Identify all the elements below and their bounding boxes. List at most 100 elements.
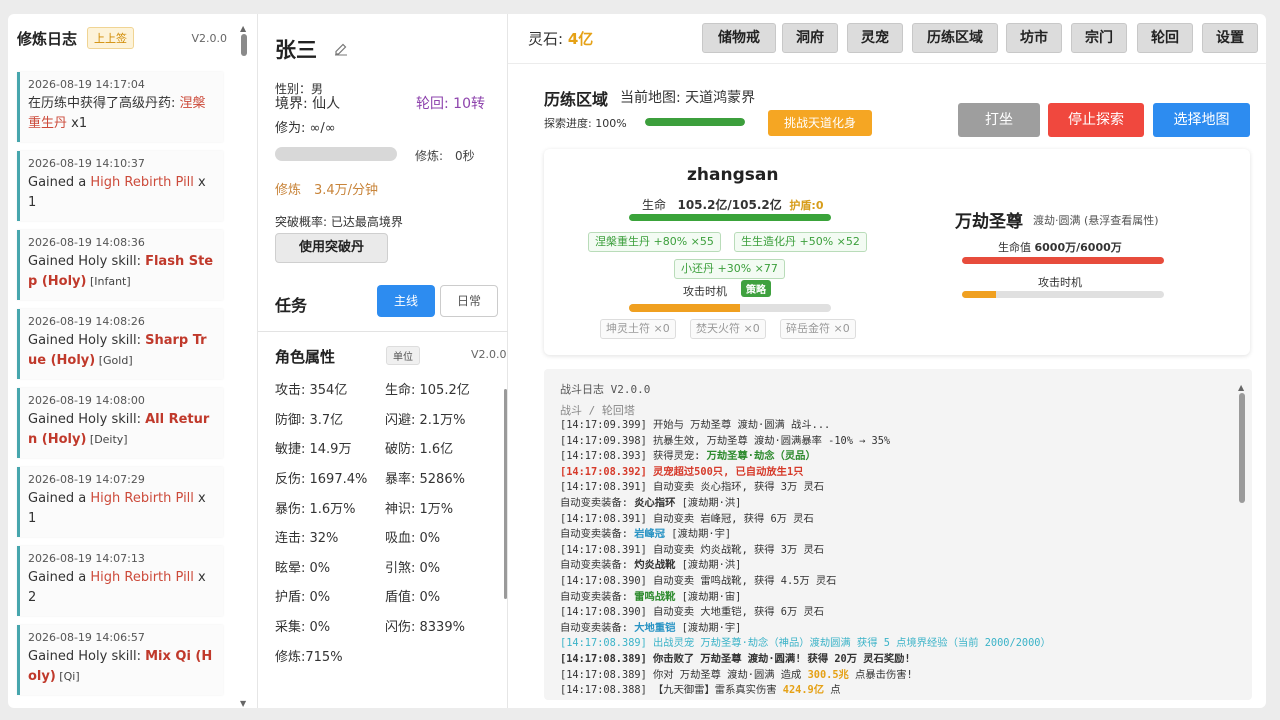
log-item: 2026-08-19 14:08:36 Gained Holy skill: Fl…	[17, 230, 223, 300]
log-text: Gained Holy skill: Sharp True (Holy) [Go…	[28, 331, 215, 371]
battle-log-segment: [14:17:08.389] 你对 万劫圣尊 渡劫·圆满 造成	[560, 668, 808, 681]
log-item: 2026-08-19 14:07:29 Gained a High Rebirth…	[17, 467, 223, 537]
battle-log-panel: 战斗日志 V2.0.0 战斗 / 轮回塔 [14:17:09.399] 开始与 …	[544, 369, 1252, 700]
attribute-value: 闪伤: 8339%	[385, 620, 465, 636]
talisman-metal[interactable]: 碎岳金符 ×0	[780, 319, 856, 339]
battle-log-segment: [14:17:09.398] 抗暴生效, 万劫圣尊 渡劫·圆满暴率 -10% →…	[560, 434, 891, 447]
scroll-up-icon[interactable]: ▲	[240, 24, 246, 33]
log-item: 2026-08-19 14:07:13 Gained a High Rebirth…	[17, 546, 223, 616]
battle-log-segment: 大地重铠	[634, 621, 676, 634]
battle-log-segment: 雷鸣战靴	[634, 590, 676, 603]
battle-log-line: 自动变卖装备: 岩峰冠 [渡劫期·宇]	[560, 527, 1230, 543]
battle-log-line: [14:17:09.399] 开始与 万劫圣尊 渡劫·圆满 战斗...	[560, 418, 1230, 434]
battle-log-segment: [14:17:08.391] 自动变卖 灼炎战靴, 获得 3万 灵石	[560, 543, 825, 556]
log-prefix: Gained Holy skill:	[28, 412, 146, 427]
battle-log-segment: [14:17:08.389] 你击败了 万劫圣尊 渡劫·圆满! 获得 20万 灵…	[560, 652, 911, 665]
attribute-row: 反伤: 1697.4% 暴率: 5286%	[275, 463, 495, 493]
nav-cave-dwelling-button[interactable]: 洞府	[782, 23, 838, 53]
select-map-button[interactable]: 选择地图	[1153, 103, 1250, 137]
log-prefix: Gained Holy skill:	[28, 649, 146, 664]
nav-market-button[interactable]: 坊市	[1006, 23, 1062, 53]
use-breakthrough-pill-button[interactable]: 使用突破丹	[275, 233, 388, 263]
attribute-value: 攻击: 354亿	[275, 383, 348, 399]
battle-log-segment: [14:17:08.391] 自动变卖 岩峰冠, 获得 6万 灵石	[560, 512, 814, 525]
attribute-value: 护盾: 0%	[275, 590, 331, 606]
nav-training-area-button[interactable]: 历练区域	[912, 23, 998, 53]
scroll-down-icon[interactable]: ▼	[240, 699, 246, 708]
nav-reincarnation-button[interactable]: 轮回	[1137, 23, 1193, 53]
talisman-earth[interactable]: 坤灵土符 ×0	[600, 319, 676, 339]
nav-settings-button[interactable]: 设置	[1202, 23, 1258, 53]
battle-log-segment: [14:17:08.388] 【九天御雷】雷系真实伤害	[560, 684, 783, 697]
attribute-value: 眩晕: 0%	[275, 560, 331, 576]
enemy-hp: 生命值 6000万/6000万	[998, 239, 1122, 255]
log-prefix: Gained Holy skill:	[28, 333, 146, 348]
tab-main-quest[interactable]: 主线	[377, 285, 435, 317]
challenge-avatar-button[interactable]: 挑战天道化身	[768, 110, 872, 136]
attribute-value: 盾值: 0%	[385, 590, 441, 606]
attribute-value: 敏捷: 14.9万	[275, 442, 352, 458]
battle-log-scrollbar[interactable]: ▲	[1238, 383, 1245, 699]
log-prefix: Gained a	[28, 175, 91, 190]
log-time: 2026-08-19 14:08:36	[28, 236, 145, 249]
enemy-name[interactable]: 万劫圣尊	[955, 207, 1023, 232]
battle-log-line: [14:17:09.398] 抗暴生效, 万劫圣尊 渡劫·圆满暴率 -10% →…	[560, 434, 1230, 450]
nav-storage-ring-button[interactable]: 储物戒	[702, 23, 776, 53]
attributes-grid: 攻击: 354亿 生命: 105.2亿 防御: 3.7亿 闪避: 2.1万% 敏捷: 1…	[275, 374, 495, 670]
battle-log-segment: [14:17:08.389] 出战灵宠 万劫圣尊·劫念（神品）渡劫圆满 获得 5…	[560, 637, 1051, 650]
log-text: Gained a High Rebirth Pill x 2	[28, 568, 215, 608]
cultivation-rate: 修炼 3.4万/分钟	[275, 183, 379, 198]
strategy-button[interactable]: 策略	[741, 280, 771, 297]
battle-log-segment: 自动变卖装备:	[560, 528, 635, 541]
battle-log-segment: 自动变卖装备:	[560, 559, 635, 572]
log-time: 2026-08-19 14:10:37	[28, 157, 145, 170]
battle-log-segment: [14:17:08.391] 自动变卖 炎心指环, 获得 3万 灵石	[560, 481, 825, 494]
log-header: 修炼日志 上上签 V2.0.0	[8, 14, 257, 62]
battle-log-segment: [14:17:08.390] 自动变卖 大地重铠, 获得 6万 灵石	[560, 606, 825, 619]
enemy-attack-bar	[962, 291, 1164, 298]
log-suffix: x1	[67, 116, 88, 131]
log-text: Gained Holy skill: Mix Qi (Holy) [Qi]	[28, 647, 215, 687]
exploration-progress-fill	[645, 118, 745, 126]
battle-log-segment: 424.9亿	[782, 684, 825, 697]
attribute-value: 暴率: 5286%	[385, 472, 465, 488]
battle-log-line: [14:17:08.389] 你对 万劫圣尊 渡劫·圆满 造成 300.5兆 点…	[560, 668, 1230, 684]
battle-log-segment: [14:17:08.392] 灵宠超过500只, 已自动放生1只	[560, 465, 804, 478]
log-text: Gained Holy skill: All Return (Holy) [De…	[28, 410, 215, 450]
log-text: Gained Holy skill: Flash Step (Holy) [In…	[28, 252, 215, 292]
battle-log-line: [14:17:08.390] 自动变卖 雷鸣战靴, 获得 4.5万 灵石	[560, 574, 1230, 590]
battle-log-segment: 点	[824, 684, 841, 697]
battle-log-segment: [渡劫期·宇]	[665, 528, 732, 541]
buff-small-pill[interactable]: 小还丹 +30% ×77	[674, 259, 785, 279]
log-scrollbar[interactable]: ▲ ▼	[240, 24, 248, 708]
talisman-fire[interactable]: 焚天火符 ×0	[690, 319, 766, 339]
battle-log-line: [14:17:08.389] 你击败了 万劫圣尊 渡劫·圆满! 获得 20万 灵…	[560, 652, 1230, 668]
battle-card: zhangsan 生命 105.2亿/105.2亿 护盾:0 涅槃重生丹 +80…	[544, 149, 1250, 355]
scroll-up-icon[interactable]: ▲	[1238, 383, 1244, 392]
battle-log-segment: [14:17:08.390] 自动变卖 雷鸣战靴, 获得 4.5万 灵石	[560, 574, 837, 587]
log-time: 2026-08-19 14:07:29	[28, 473, 145, 486]
battle-log-segment: [14:17:09.399] 开始与 万劫圣尊 渡劫·圆满 战斗...	[560, 419, 831, 431]
stop-exploring-button[interactable]: 停止探索	[1048, 103, 1144, 137]
nav-sect-button[interactable]: 宗门	[1071, 23, 1127, 53]
spirit-stone-balance: 灵石: 4亿	[528, 28, 593, 49]
log-time: 2026-08-19 14:08:00	[28, 394, 145, 407]
scrollbar-thumb[interactable]	[241, 34, 247, 56]
buff-creation-pill[interactable]: 生生造化丹 +50% ×52	[734, 232, 867, 252]
battle-log-segment: [渡劫期·宇]	[675, 621, 742, 634]
enemy-hp-bar	[962, 257, 1164, 264]
attribute-row: 攻击: 354亿 生命: 105.2亿	[275, 374, 495, 404]
battle-log-line: 自动变卖装备: 灼炎战靴 [渡劫期·洪]	[560, 558, 1230, 574]
tab-daily-quest[interactable]: 日常	[440, 285, 498, 317]
log-item: 2026-08-19 14:08:26 Gained Holy skill: Sh…	[17, 309, 223, 379]
scrollbar-thumb[interactable]	[1239, 393, 1245, 503]
buff-rebirth-pill[interactable]: 涅槃重生丹 +80% ×55	[588, 232, 721, 252]
attributes-scrollbar[interactable]	[504, 389, 507, 599]
unit-toggle-button[interactable]: 单位	[386, 346, 420, 365]
enemy-hp-value: 6000万/6000万	[1034, 241, 1122, 254]
nav-spirit-pet-button[interactable]: 灵宠	[847, 23, 903, 53]
player-name: zhangsan	[687, 165, 779, 185]
edit-icon[interactable]	[334, 42, 348, 56]
rebirth-count: 轮回: 10转	[416, 96, 485, 112]
meditate-button[interactable]: 打坐	[958, 103, 1040, 137]
